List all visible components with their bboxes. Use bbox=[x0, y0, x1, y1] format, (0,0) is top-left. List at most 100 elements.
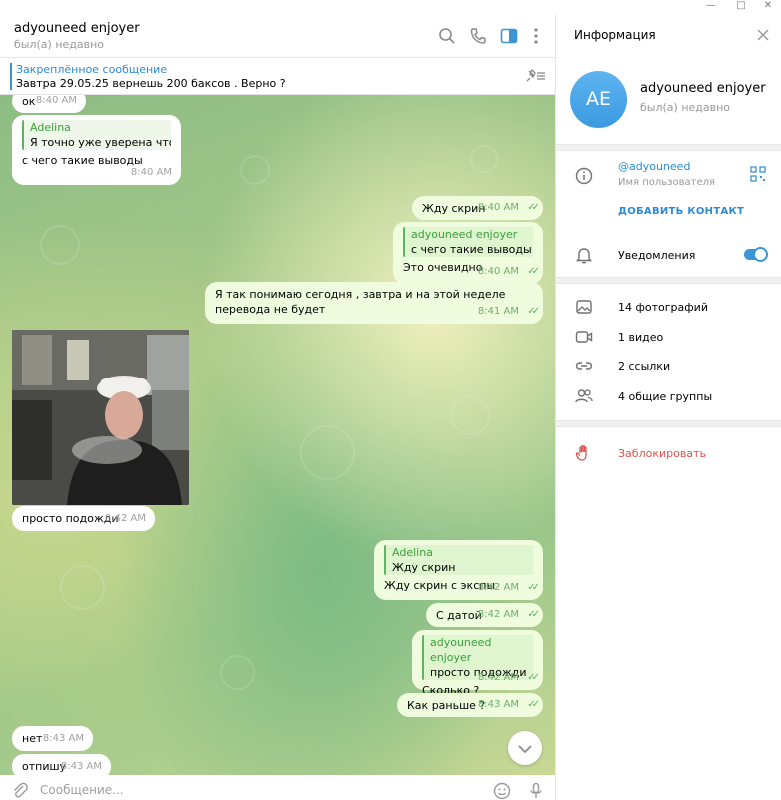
read-ticks-icon: ✓✓ bbox=[527, 609, 540, 620]
read-ticks-icon: ✓✓ bbox=[527, 266, 540, 277]
info-panel: Информация AE adyouneed enjoyer был(а) н… bbox=[555, 14, 781, 800]
reply-author: Adelina bbox=[30, 121, 71, 134]
avatar[interactable]: AE bbox=[570, 71, 627, 128]
reply-preview[interactable]: adyouneed enjoyer с чего такие выводы bbox=[403, 227, 533, 257]
groups-icon bbox=[575, 389, 593, 403]
close-window-icon[interactable]: ✕ bbox=[757, 0, 779, 12]
maximize-icon[interactable]: □ bbox=[730, 0, 752, 12]
block-hand-icon bbox=[575, 445, 587, 461]
chat-panel: adyouneed enjoyer был(а) недавно Закрепл… bbox=[0, 14, 555, 800]
message-photo[interactable] bbox=[12, 330, 189, 505]
message-time: 8:42 AM bbox=[104, 513, 146, 524]
sidebar-toggle-icon[interactable] bbox=[498, 25, 520, 47]
message-text: с чего такие выводы bbox=[22, 154, 143, 167]
add-contact-button[interactable]: ДОБАВИТЬ КОНТАКТ bbox=[618, 206, 744, 217]
chat-status: был(а) недавно bbox=[14, 38, 105, 51]
search-icon[interactable] bbox=[436, 25, 458, 47]
photo-icon bbox=[576, 300, 592, 314]
wallpaper-doodle bbox=[60, 565, 105, 610]
media-common-groups[interactable]: 4 общие группы bbox=[618, 390, 712, 403]
message-outgoing[interactable]: Как раньше ? 8:43 AM ✓✓ bbox=[397, 693, 543, 717]
reply-author: Adelina bbox=[392, 546, 433, 559]
compose-bar bbox=[0, 775, 555, 800]
media-videos[interactable]: 1 видео bbox=[618, 331, 663, 344]
wallpaper-doodle bbox=[300, 425, 355, 480]
read-ticks-icon: ✓✓ bbox=[527, 306, 540, 317]
message-outgoing[interactable]: Adelina Жду скрин Жду скрин с экспы 8:42… bbox=[374, 540, 543, 600]
info-icon bbox=[575, 167, 593, 185]
notifications-toggle[interactable] bbox=[744, 247, 768, 262]
profile-name: adyouneed enjoyer bbox=[640, 81, 766, 96]
pinned-accent-bar bbox=[10, 63, 12, 90]
section-divider bbox=[556, 277, 781, 284]
read-ticks-icon: ✓✓ bbox=[527, 582, 540, 593]
message-time: 8:42 AM bbox=[477, 672, 519, 683]
photo-image bbox=[12, 330, 189, 505]
message-incoming[interactable]: ок 8:40 AM bbox=[12, 95, 86, 113]
chevron-down-icon bbox=[518, 744, 532, 753]
read-ticks-icon: ✓✓ bbox=[527, 699, 540, 710]
phone-icon[interactable] bbox=[467, 25, 489, 47]
message-incoming[interactable]: Adelina Я точно уже уверена что т... с ч… bbox=[12, 115, 181, 185]
message-area[interactable]: ок 8:40 AM Adelina Я точно уже уверена ч… bbox=[0, 95, 555, 775]
close-icon[interactable] bbox=[755, 27, 771, 43]
emoji-icon[interactable] bbox=[492, 781, 512, 800]
message-text: Как раньше ? bbox=[407, 699, 486, 712]
message-incoming[interactable]: нет 8:43 AM bbox=[12, 726, 93, 751]
message-time: 8:42 AM bbox=[477, 582, 519, 593]
message-time: 8:40 AM bbox=[35, 95, 77, 106]
profile-status: был(а) недавно bbox=[640, 101, 731, 114]
message-outgoing[interactable]: Жду скрин 8:40 AM ✓✓ bbox=[412, 196, 543, 220]
pin-list-icon[interactable] bbox=[525, 68, 547, 84]
info-title: Информация bbox=[574, 28, 656, 42]
message-time: 8:40 AM bbox=[477, 202, 519, 213]
wallpaper-doodle bbox=[220, 655, 255, 690]
message-outgoing[interactable]: С датой 8:42 AM ✓✓ bbox=[426, 603, 543, 627]
section-divider bbox=[556, 144, 781, 151]
reply-text: с чего такие выводы bbox=[411, 243, 532, 256]
message-text: С датой bbox=[436, 609, 482, 622]
notifications-label: Уведомления bbox=[618, 249, 696, 262]
minimize-icon[interactable]: — bbox=[700, 0, 722, 12]
message-outgoing[interactable]: adyouneed enjoyer с чего такие выводы Эт… bbox=[393, 222, 543, 284]
block-user-button[interactable]: Заблокировать bbox=[618, 447, 706, 460]
reply-text: Жду скрин bbox=[392, 561, 456, 574]
message-time: 8:43 AM bbox=[60, 761, 102, 772]
attach-icon[interactable] bbox=[10, 781, 30, 800]
more-vertical-icon[interactable] bbox=[525, 25, 547, 47]
message-text: ок bbox=[22, 95, 36, 108]
chat-title[interactable]: adyouneed enjoyer bbox=[14, 21, 140, 36]
qr-code-icon[interactable] bbox=[750, 166, 766, 182]
window-titlebar: — □ ✕ bbox=[0, 0, 781, 14]
message-time: 8:42 AM bbox=[477, 609, 519, 620]
pinned-text: Завтра 29.05.25 вернешь 200 баксов . Вер… bbox=[16, 77, 286, 90]
message-input[interactable] bbox=[40, 781, 480, 799]
wallpaper-doodle bbox=[450, 395, 490, 435]
reply-preview[interactable]: Adelina Жду скрин bbox=[384, 545, 533, 575]
reply-preview[interactable]: Adelina Я точно уже уверена что т... bbox=[22, 120, 171, 150]
message-time: 8:43 AM bbox=[42, 733, 84, 744]
pinned-title: Закреплённое сообщение bbox=[16, 63, 168, 76]
media-photos[interactable]: 14 фотографий bbox=[618, 301, 708, 314]
microphone-icon[interactable] bbox=[526, 781, 546, 800]
message-time: 8:41 AM bbox=[477, 306, 519, 317]
pinned-message[interactable]: Закреплённое сообщение Завтра 29.05.25 в… bbox=[0, 58, 555, 95]
message-incoming[interactable]: просто подожди 8:42 AM bbox=[12, 506, 155, 531]
message-time: 8:40 AM bbox=[477, 266, 519, 277]
username-label: Имя пользователя bbox=[618, 177, 716, 188]
read-ticks-icon: ✓✓ bbox=[527, 672, 540, 683]
wallpaper-doodle bbox=[470, 145, 498, 173]
message-text: отпишу bbox=[22, 760, 67, 773]
read-ticks-icon: ✓✓ bbox=[527, 202, 540, 213]
message-outgoing[interactable]: Я так понимаю сегодня , завтра и на этой… bbox=[205, 282, 543, 324]
message-outgoing[interactable]: adyouneed enjoyer просто подожди Сколько… bbox=[412, 630, 543, 697]
scroll-down-button[interactable] bbox=[508, 731, 542, 765]
video-icon bbox=[575, 331, 593, 343]
link-icon bbox=[575, 362, 593, 370]
message-incoming[interactable]: отпишу 8:43 AM bbox=[12, 754, 111, 775]
message-time: 8:43 AM bbox=[477, 699, 519, 710]
reply-text: Я точно уже уверена что т... bbox=[30, 136, 171, 149]
username-link[interactable]: @adyouneed bbox=[618, 160, 690, 173]
wallpaper-doodle bbox=[240, 155, 270, 185]
media-links[interactable]: 2 ссылки bbox=[618, 360, 670, 373]
